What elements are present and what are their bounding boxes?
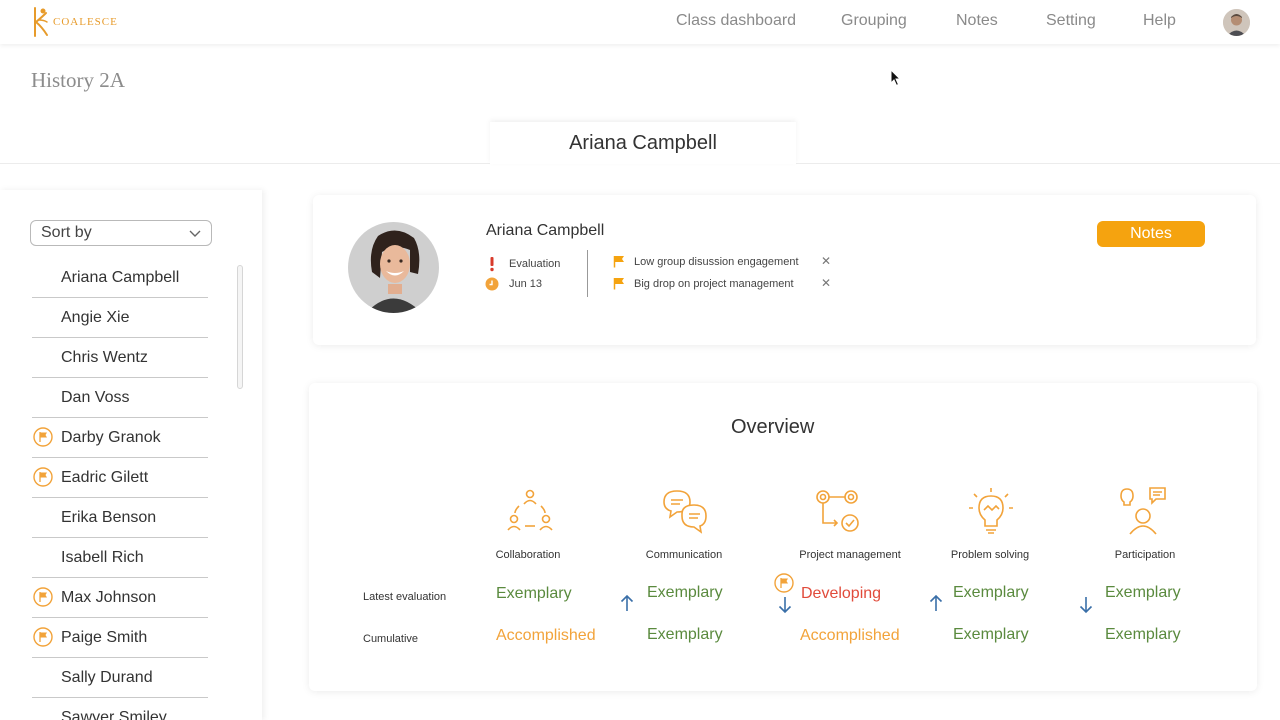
alert-text: Big drop on project management — [634, 277, 794, 290]
student-name: Erika Benson — [61, 509, 157, 526]
cumulative-value-problem-solving: Exemplary — [953, 626, 1029, 643]
skill-label-collaboration: Collaboration — [495, 549, 561, 561]
flag-badge-icon — [33, 627, 53, 647]
flag-badge-icon — [774, 573, 794, 593]
app-name: COALESCE — [53, 16, 118, 28]
student-list-item[interactable]: Eadric Gilett — [32, 458, 208, 498]
student-list-item[interactable]: Isabell Rich — [32, 538, 208, 578]
arrow-up-icon — [620, 594, 634, 611]
skill-label-participation: Participation — [1114, 549, 1176, 561]
student-name: Dan Voss — [61, 389, 130, 406]
student-list-item[interactable]: Paige Smith — [32, 618, 208, 658]
alert-item: Big drop on project management ✕ — [613, 276, 831, 290]
student-list-item[interactable]: Darby Granok — [32, 418, 208, 458]
latest-value-communication: Exemplary — [647, 584, 723, 601]
student-list-item[interactable]: Sally Durand — [32, 658, 208, 698]
clock-icon — [485, 277, 499, 291]
flag-badge-icon — [33, 467, 53, 487]
flag-badge-icon — [33, 587, 53, 607]
nav-setting[interactable]: Setting — [1046, 12, 1096, 30]
student-profile-card — [313, 195, 1256, 345]
dismiss-alert-icon[interactable]: ✕ — [821, 276, 831, 290]
app-logo[interactable]: COALESCE — [32, 5, 118, 39]
participation-icon — [1120, 487, 1166, 535]
student-list-item[interactable]: Chris Wentz — [32, 338, 208, 378]
latest-evaluation-label: Latest evaluation — [363, 591, 447, 603]
evaluation-status: Evaluation — [485, 256, 560, 272]
student-list-item[interactable]: Angie Xie — [32, 298, 208, 338]
skill-label-communication: Communication — [645, 549, 723, 561]
communication-icon — [663, 490, 707, 534]
evaluation-label: Evaluation — [509, 258, 561, 270]
student-list-item[interactable]: Ariana Campbell — [32, 258, 208, 298]
chevron-down-icon — [189, 230, 201, 237]
nav-grouping[interactable]: Grouping — [841, 12, 907, 30]
cumulative-value-participation: Exemplary — [1105, 626, 1181, 643]
student-name: Chris Wentz — [61, 349, 148, 366]
nav-class-dashboard[interactable]: Class dashboard — [676, 12, 796, 30]
flag-badge-icon — [33, 427, 53, 447]
student-photo — [348, 222, 439, 313]
cumulative-value-communication: Exemplary — [647, 626, 723, 643]
exclamation-icon — [490, 257, 494, 272]
dismiss-alert-icon[interactable]: ✕ — [821, 254, 831, 268]
notes-button[interactable]: Notes — [1097, 221, 1205, 247]
overview-title: Overview — [731, 416, 815, 438]
cumulative-value-project-management: Accomplished — [800, 627, 900, 644]
user-avatar[interactable] — [1223, 9, 1250, 36]
flag-icon — [613, 256, 624, 268]
student-list-item[interactable]: Sawyer Smiley — [32, 698, 208, 720]
nav-notes[interactable]: Notes — [956, 12, 998, 30]
student-list-item[interactable]: Max Johnson — [32, 578, 208, 618]
sort-by-label: Sort by — [41, 224, 92, 241]
project-management-icon — [816, 490, 859, 532]
arrow-up-icon — [929, 594, 943, 611]
user-avatar-image — [1223, 9, 1250, 36]
latest-value-collaboration: Exemplary — [496, 585, 572, 602]
flag-icon — [613, 278, 624, 290]
cumulative-label: Cumulative — [363, 633, 419, 645]
arrow-down-icon — [778, 597, 792, 614]
evaluation-date-label: Jun 13 — [509, 278, 543, 290]
alert-item: Low group disussion engagement ✕ — [613, 254, 831, 268]
logo-icon — [34, 7, 48, 37]
student-list: Ariana Campbell Angie Xie Chris Wentz Da… — [32, 258, 208, 720]
top-navigation-bar: COALESCE Class dashboard Grouping Notes … — [0, 0, 1280, 44]
student-list-item[interactable]: Erika Benson — [32, 498, 208, 538]
student-name: Darby Granok — [61, 429, 161, 446]
latest-value-problem-solving: Exemplary — [953, 584, 1029, 601]
student-name-heading: Ariana Campbell — [486, 222, 605, 239]
student-name: Paige Smith — [61, 629, 148, 646]
mouse-cursor-icon — [890, 69, 902, 87]
latest-value-participation: Exemplary — [1105, 584, 1181, 601]
sidebar-scrollbar[interactable] — [237, 265, 243, 389]
tab-selected-student-label: Ariana Campbell — [569, 131, 717, 154]
tab-selected-student[interactable]: Ariana Campbell — [490, 122, 796, 164]
sort-by-dropdown[interactable]: Sort by — [30, 220, 212, 246]
latest-value-project-management: Developing — [801, 585, 882, 602]
problem-solving-icon — [969, 488, 1013, 534]
student-list-item[interactable]: Dan Voss — [32, 378, 208, 418]
skill-label-project-management: Project management — [799, 549, 901, 561]
student-name: Max Johnson — [61, 589, 157, 606]
student-name: Eadric Gilett — [61, 469, 149, 486]
profile-divider — [587, 250, 588, 297]
arrow-down-icon — [1079, 597, 1093, 614]
page-title: History 2A — [31, 68, 125, 92]
student-name: Ariana Campbell — [61, 269, 180, 286]
skill-label-problem-solving: Problem solving — [950, 549, 1030, 561]
student-photo-image — [348, 222, 439, 313]
collaboration-icon — [507, 489, 553, 531]
student-name: Sally Durand — [61, 669, 153, 686]
student-name: Sawyer Smiley — [61, 709, 167, 720]
evaluation-date: Jun 13 — [485, 277, 542, 291]
nav-help[interactable]: Help — [1143, 12, 1176, 30]
cumulative-value-collaboration: Accomplished — [496, 627, 596, 644]
student-name: Isabell Rich — [61, 549, 144, 566]
alert-text: Low group disussion engagement — [634, 255, 799, 268]
student-name: Angie Xie — [61, 309, 130, 326]
